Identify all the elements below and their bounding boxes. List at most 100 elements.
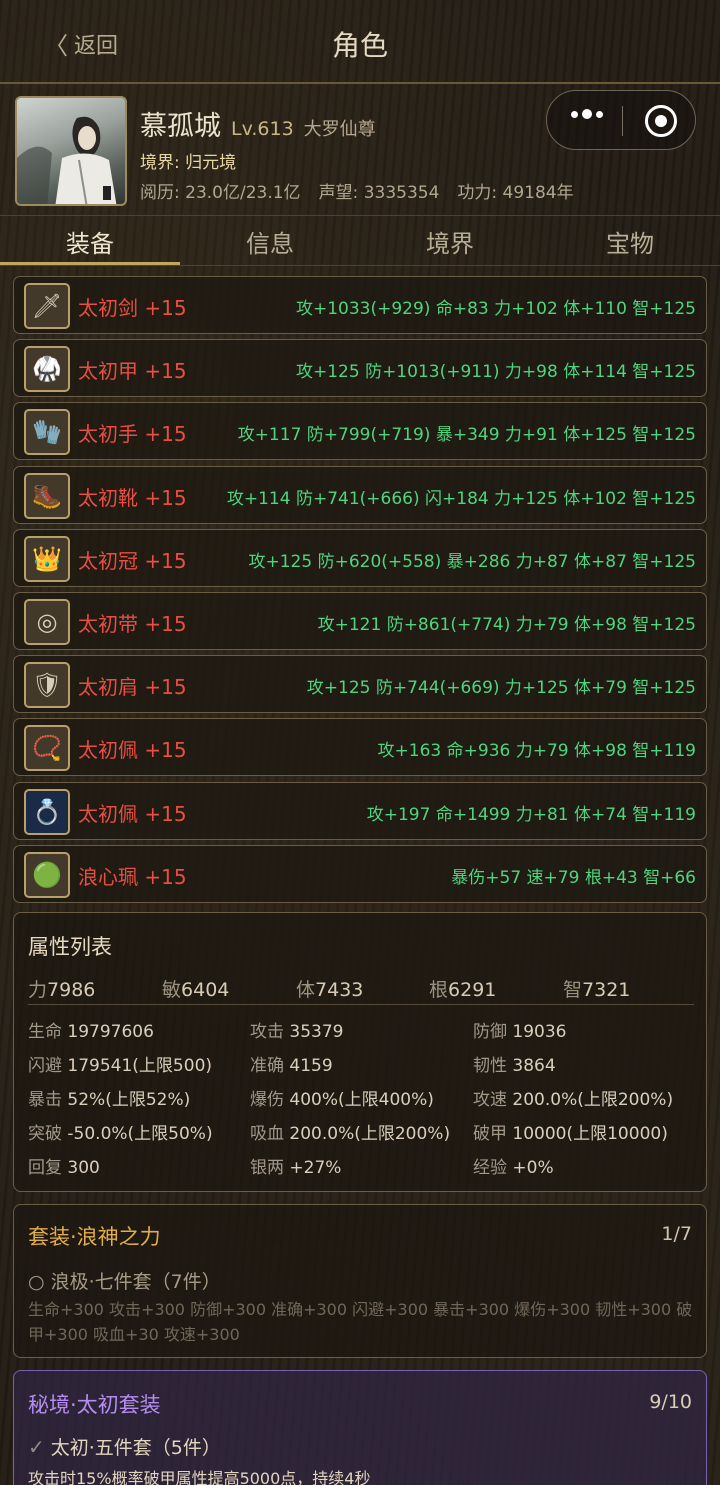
dot-icon [596,110,603,118]
experience-text: 阅历: 23.0亿/23.1亿 [140,183,301,203]
equipment-name: 太初冠 +15 [78,548,187,573]
secret-set-title: 秘境·太初套装 [28,1393,161,1417]
equipment-stats: 攻+125 防+1013(+911) 力+98 体+114 智+125 [295,362,696,383]
pendant-icon: 📿 [24,725,70,772]
player-rank: 大罗仙尊 [303,119,376,140]
check-icon: ✓ [28,1434,45,1459]
base-attr-intelligence: 智7321 [563,979,631,1001]
equipment-name: 太初带 +15 [78,611,187,636]
secret-set-tier: ✓ 太初·五件套（5件） [28,1433,221,1460]
power-text: 功力: 49184年 [457,183,574,203]
player-level: Lv.613 [231,118,294,140]
equipment-stats: 攻+197 命+1499 力+81 体+74 智+119 [366,804,696,825]
shoulder-icon: 🛡 [24,662,70,709]
attr-crit-damage: 爆伤 400%(上限400%) [250,1090,434,1110]
tab-realm[interactable]: 境界 [360,224,540,259]
player-realm: 境界: 归元境 [140,153,237,173]
player-name: 慕孤城 [140,111,221,142]
equipment-stats: 攻+125 防+744(+669) 力+125 体+79 智+125 [306,678,696,699]
base-attr-root: 根6291 [429,979,497,1001]
set-description: 生命+300 攻击+300 防御+300 准确+300 闪避+300 暴击+30… [28,1300,693,1344]
equipment-row[interactable]: 🛡 太初肩 +15 攻+125 防+744(+669) 力+125 体+79 智… [13,655,707,714]
crown-icon: 👑 [24,535,70,582]
avatar[interactable] [15,96,127,206]
set-count: 1/7 [661,1223,692,1245]
equipment-name: 太初佩 +15 [78,738,187,763]
attr-armor-pierce: 破甲 10000(上限10000) [473,1124,668,1144]
active-tab-indicator [0,262,180,265]
attr-silver: 银两 +27% [250,1158,342,1178]
ring-icon: 💍 [24,788,70,835]
equipment-stats: 攻+114 防+741(+666) 闪+184 力+125 体+102 智+12… [226,488,696,509]
boots-icon: 🥾 [24,472,70,519]
attr-exp: 经验 +0% [473,1158,554,1178]
secret-set-panel[interactable]: 秘境·太初套装 9/10 ✓ 太初·五件套（5件） 攻击时15%概率破甲属性提高… [13,1370,707,1485]
close-target-icon[interactable] [645,105,677,137]
more-options-button[interactable] [571,109,603,119]
tab-bar: 装备 信息 境界 宝物 [0,218,720,266]
top-bar: 〈 返回 角色 [0,0,720,84]
equipment-list: 🗡 太初剑 +15 攻+1033(+929) 命+83 力+102 体+110 … [13,276,707,908]
attr-dodge: 闪避 179541(上限500) [28,1056,213,1076]
equipment-row[interactable]: 💍 太初佩 +15 攻+197 命+1499 力+81 体+74 智+119 [13,781,707,840]
attr-regen: 回复 300 [28,1158,100,1178]
armor-icon: 🥋 [24,346,70,393]
attr-hp: 生命 19797606 [28,1022,154,1042]
jade-icon: 🟢 [24,851,70,898]
equipment-row[interactable]: 👑 太初冠 +15 攻+125 防+620(+558) 暴+286 力+87 体… [13,528,707,587]
attr-breakthrough: 突破 -50.0%(上限50%) [28,1124,213,1144]
equipment-name: 太初佩 +15 [78,801,187,826]
tab-treasure[interactable]: 宝物 [540,224,720,259]
secret-set-tier-label: 太初·五件套（5件） [50,1437,221,1459]
attr-defense: 防御 19036 [473,1022,567,1042]
base-attr-constitution: 体7433 [296,979,364,1001]
equipment-stats: 攻+125 防+620(+558) 暴+286 力+87 体+87 智+125 [248,551,697,572]
set-bonus-panel[interactable]: 套装·浪神之力 1/7 ○ 浪极·七件套（7件） 生命+300 攻击+300 防… [13,1204,707,1358]
equipment-name: 太初甲 +15 [78,359,187,384]
attributes-title: 属性列表 [28,935,112,959]
attr-toughness: 韧性 3864 [473,1056,556,1076]
equipment-name: 浪心珮 +15 [78,864,187,889]
equipment-row[interactable]: 📿 太初佩 +15 攻+163 命+936 力+79 体+98 智+119 [13,718,707,777]
sword-icon: 🗡 [24,283,70,329]
equipment-row[interactable]: 🥾 太初靴 +15 攻+114 防+741(+666) 闪+184 力+125 … [13,465,707,524]
equipment-stats: 暴伤+57 速+79 根+43 智+66 [451,867,696,888]
equipment-stats: 攻+163 命+936 力+79 体+98 智+119 [377,741,696,762]
equipment-row[interactable]: 🟢 浪心珮 +15 暴伤+57 速+79 根+43 智+66 [13,844,707,903]
equipment-stats: 攻+117 防+799(+719) 暴+349 力+91 体+125 智+125 [237,425,696,446]
capsule-divider [622,106,623,136]
dot-icon [571,110,578,118]
gauntlet-icon: 🧤 [24,409,70,456]
equipment-name: 太初肩 +15 [78,675,187,700]
attr-accuracy: 准确 4159 [250,1056,333,1076]
dot-icon [582,109,592,119]
attr-attack-speed: 攻速 200.0%(上限200%) [473,1090,674,1110]
equipment-row[interactable]: 🗡 太初剑 +15 攻+1033(+929) 命+83 力+102 体+110 … [13,276,707,334]
attr-attack: 攻击 35379 [250,1022,344,1042]
attr-lifesteal: 吸血 200.0%(上限200%) [250,1124,451,1144]
tab-info[interactable]: 信息 [180,224,360,259]
reputation-text: 声望: 3335354 [318,183,440,203]
page-title: 角色 [331,29,388,62]
equipment-row[interactable]: 🥋 太初甲 +15 攻+125 防+1013(+911) 力+98 体+114 … [13,339,707,398]
equipment-stats: 攻+121 防+861(+774) 力+79 体+98 智+125 [317,614,696,635]
secret-set-description: 攻击时15%概率破甲属性提高5000点，持续4秒 [28,1469,371,1485]
attributes-panel: 属性列表 力7986 敏6404 体7433 根6291 智7321 生命 19… [13,912,707,1192]
equipment-name: 太初剑 +15 [78,296,187,320]
base-attributes: 力7986 敏6404 体7433 根6291 智7321 [28,973,694,1005]
player-stats: 阅历: 23.0亿/23.1亿 声望: 3335354 功力: 49184年 [140,178,574,203]
character-portrait [17,116,117,204]
secret-set-count: 9/10 [649,1391,692,1413]
attr-crit: 暴击 52%(上限52%) [28,1090,191,1110]
equipment-row[interactable]: 🧤 太初手 +15 攻+117 防+799(+719) 暴+349 力+91 体… [13,402,707,461]
equipment-name: 太初手 +15 [78,422,187,447]
base-attr-strength: 力7986 [28,979,96,1001]
set-tier: ○ 浪极·七件套（7件） [28,1271,221,1293]
base-attr-agility: 敏6404 [162,979,230,1001]
equipment-stats: 攻+1033(+929) 命+83 力+102 体+110 智+125 [295,299,696,319]
set-title: 套装·浪神之力 [28,1225,161,1249]
tab-equipment[interactable]: 装备 [0,224,180,259]
belt-icon: ◎ [24,598,70,645]
equipment-row[interactable]: ◎ 太初带 +15 攻+121 防+861(+774) 力+79 体+98 智+… [13,591,707,650]
miniprogram-capsule [546,90,696,150]
